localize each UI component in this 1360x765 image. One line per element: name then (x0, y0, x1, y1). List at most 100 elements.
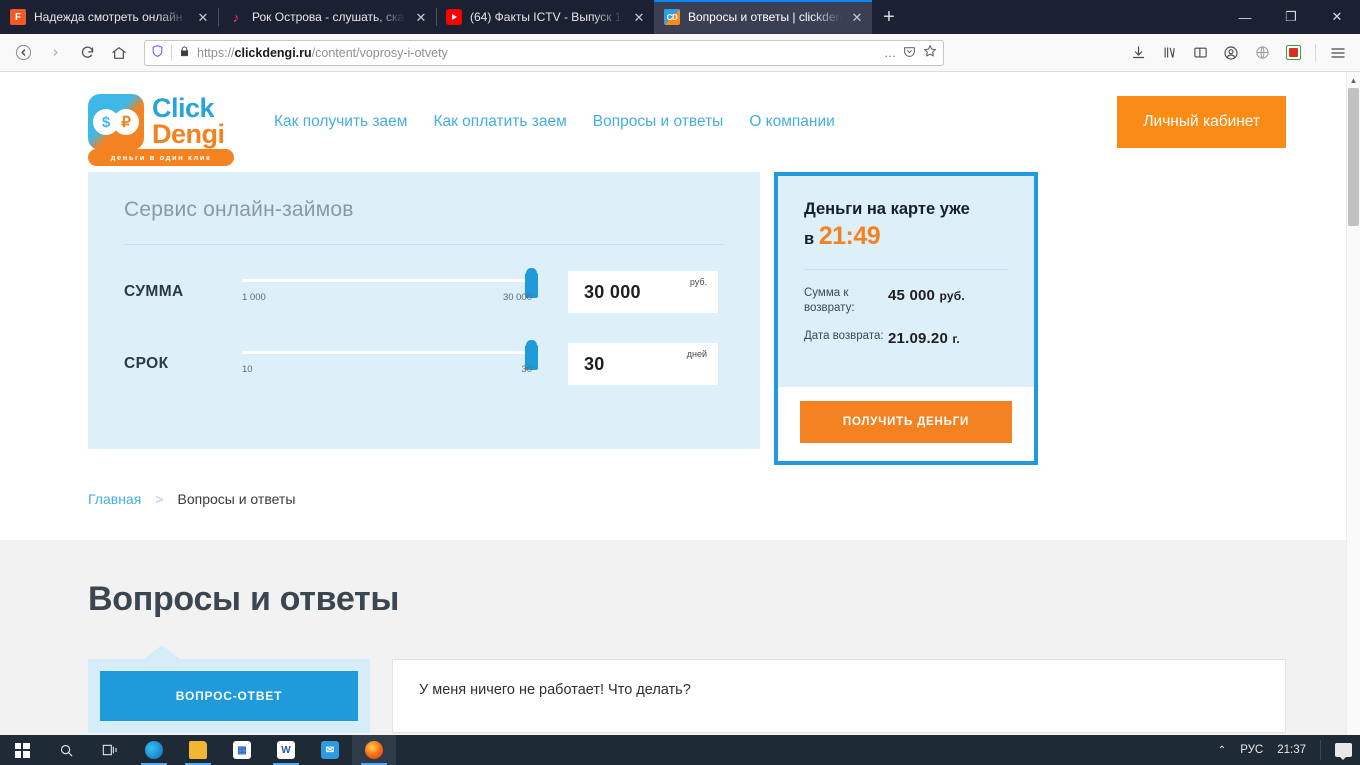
minimize-button[interactable]: — (1222, 0, 1268, 34)
lock-icon[interactable] (179, 45, 190, 61)
faq-section: Вопросы и ответы ВОПРОС-ОТВЕТ У меня нич… (0, 540, 1346, 735)
music-note-icon: ♪ (232, 9, 240, 25)
faq-question-1[interactable]: У меня ничего не работает! Что делать? (419, 682, 1259, 698)
divider (1315, 43, 1316, 62)
mail-icon[interactable]: ✉ (308, 735, 352, 765)
logo-mark-icon: $ ₽ (88, 94, 144, 150)
nav-item-faq[interactable]: Вопросы и ответы (593, 113, 724, 131)
tab-question-answer[interactable]: ВОПРОС-ОТВЕТ (100, 671, 358, 722)
search-icon[interactable] (44, 735, 88, 765)
language-indicator[interactable]: РУС (1240, 744, 1263, 756)
close-icon[interactable]: ✕ (196, 11, 210, 24)
notification-icon[interactable] (1335, 743, 1352, 760)
tab-strip: F Надежда смотреть онлайн 1 с ✕ ♪ Рок Ос… (0, 0, 1360, 34)
term-input[interactable]: 30 дней (568, 343, 718, 385)
chevron-up-icon[interactable]: ⌃ (1218, 745, 1226, 756)
close-icon[interactable]: ✕ (632, 11, 646, 24)
maximize-button[interactable]: ❐ (1268, 0, 1314, 34)
term-value: 30 (584, 353, 605, 374)
microsoft-store-icon[interactable]: ▦ (220, 735, 264, 765)
repay-amount-label: Сумма к возврату: (804, 287, 855, 314)
calculator-field-term: СРОК 10 30 30 дней (124, 340, 724, 385)
nav-item-about[interactable]: О компании (749, 113, 835, 131)
browser-tab-3[interactable]: (64) Факты ICTV - Выпуск 18:45 ✕ (436, 0, 654, 34)
tab-title: Рок Острова - слушать, скача (252, 10, 406, 24)
personal-cabinet-button[interactable]: Личный кабинет (1117, 96, 1286, 148)
addon-icon[interactable] (1279, 39, 1307, 67)
divider (124, 244, 724, 245)
repay-date-suffix: г. (952, 332, 960, 347)
page-actions-icon[interactable]: … (884, 46, 896, 60)
summary-body: Деньги на карте уже в 21:49 Сумма к возв… (778, 176, 1034, 388)
clickdengi-icon: CD (664, 9, 680, 25)
browser-tab-4-active[interactable]: CD Вопросы и ответы | clickdengi ✕ (654, 0, 872, 34)
term-unit: дней (686, 349, 707, 359)
browser-tab-2[interactable]: ♪ Рок Острова - слушать, скача ✕ (218, 0, 436, 34)
site-header: $ ₽ Click Dengi деньги в один клик Как п… (0, 72, 1346, 172)
close-icon[interactable]: ✕ (414, 11, 428, 24)
sidebar-icon[interactable] (1186, 39, 1214, 67)
download-icon[interactable] (1124, 39, 1152, 67)
start-icon[interactable] (0, 735, 44, 765)
shield-icon[interactable] (151, 44, 164, 61)
slider-track[interactable] (242, 351, 532, 354)
browser-tab-1[interactable]: F Надежда смотреть онлайн 1 с ✕ (0, 0, 218, 34)
calculator-field-amount: СУММА 1 000 30 000 30 000 руб. (124, 268, 724, 313)
account-icon[interactable] (1217, 39, 1245, 67)
globe-icon[interactable] (1248, 39, 1276, 67)
calculator-title: Сервис онлайн-займов (124, 198, 354, 221)
star-icon[interactable] (923, 44, 937, 61)
clock[interactable]: 21:37 (1277, 744, 1306, 756)
pocket-icon[interactable] (903, 45, 916, 61)
amount-slider-min: 1 000 (242, 292, 266, 303)
breadcrumb: Главная > Вопросы и ответы (0, 465, 1346, 507)
system-tray: ⌃ РУС 21:37 (1218, 740, 1360, 760)
address-bar[interactable]: https://clickdengi.ru/content/voprosy-i-… (144, 39, 944, 66)
scroll-up-icon[interactable]: ▲ (1347, 72, 1360, 88)
window-controls: — ❐ ✕ (1222, 0, 1360, 34)
tab-title: Надежда смотреть онлайн 1 с (34, 10, 188, 24)
windows-taskbar: ▦ W ✉ ⌃ РУС 21:37 (0, 735, 1360, 765)
navigation-toolbar: https://clickdengi.ru/content/voprosy-i-… (0, 34, 1360, 72)
nav-item-how-to-get-loan[interactable]: Как получить заем (274, 113, 407, 131)
library-icon[interactable] (1155, 39, 1183, 67)
term-slider[interactable]: 10 30 (242, 340, 538, 384)
word-icon[interactable]: W (264, 735, 308, 765)
amount-slider-max: 30 000 (502, 292, 532, 303)
close-icon[interactable]: ✕ (850, 11, 864, 24)
loan-calculator-section: Сервис онлайн-займов СУММА 1 000 30 000 (0, 172, 1346, 466)
repay-amount-suffix: руб. (939, 289, 965, 304)
repay-date-label: Дата возврата: (804, 330, 884, 343)
summary-row-repay-amount: Сумма к возврату: 45 000 руб. (804, 286, 1008, 315)
nav-item-how-to-pay-loan[interactable]: Как оплатить заем (433, 113, 566, 131)
divider (804, 269, 1008, 271)
scrollbar-thumb[interactable] (1348, 88, 1359, 226)
forward-button[interactable] (40, 38, 70, 68)
breadcrumb-home[interactable]: Главная (88, 491, 141, 507)
menu-icon[interactable] (1324, 39, 1352, 67)
divider (171, 44, 172, 61)
faq-content-panel: У меня ничего не работает! Что делать? (392, 659, 1286, 734)
close-window-button[interactable]: ✕ (1314, 0, 1360, 34)
get-money-button[interactable]: ПОЛУЧИТЬ ДЕНЬГИ (800, 401, 1012, 444)
amount-slider[interactable]: 1 000 30 000 (242, 268, 538, 312)
slider-track[interactable] (242, 279, 532, 282)
firefox-icon[interactable] (352, 735, 396, 765)
reload-button[interactable] (72, 38, 102, 68)
file-explorer-icon[interactable] (176, 735, 220, 765)
url-path: /content/voprosy-i-otvety (311, 45, 448, 60)
tab-title: (64) Факты ICTV - Выпуск 18:45 (470, 10, 624, 24)
site-logo[interactable]: $ ₽ Click Dengi деньги в один клик (88, 94, 238, 166)
amount-input[interactable]: 30 000 руб. (568, 271, 718, 313)
edge-icon[interactable] (132, 735, 176, 765)
tab-title: Вопросы и ответы | clickdengi (688, 10, 842, 24)
new-tab-button[interactable]: + (872, 0, 906, 34)
page-scrollbar[interactable]: ▲ (1346, 72, 1360, 735)
logo-text: Click Dengi (152, 95, 225, 147)
task-view-icon[interactable] (88, 735, 132, 765)
back-button[interactable] (8, 38, 38, 68)
home-button[interactable] (104, 38, 134, 68)
logo-tagline: деньги в один клик (88, 149, 234, 166)
amount-value: 30 000 (584, 281, 641, 302)
youtube-icon (446, 9, 462, 25)
